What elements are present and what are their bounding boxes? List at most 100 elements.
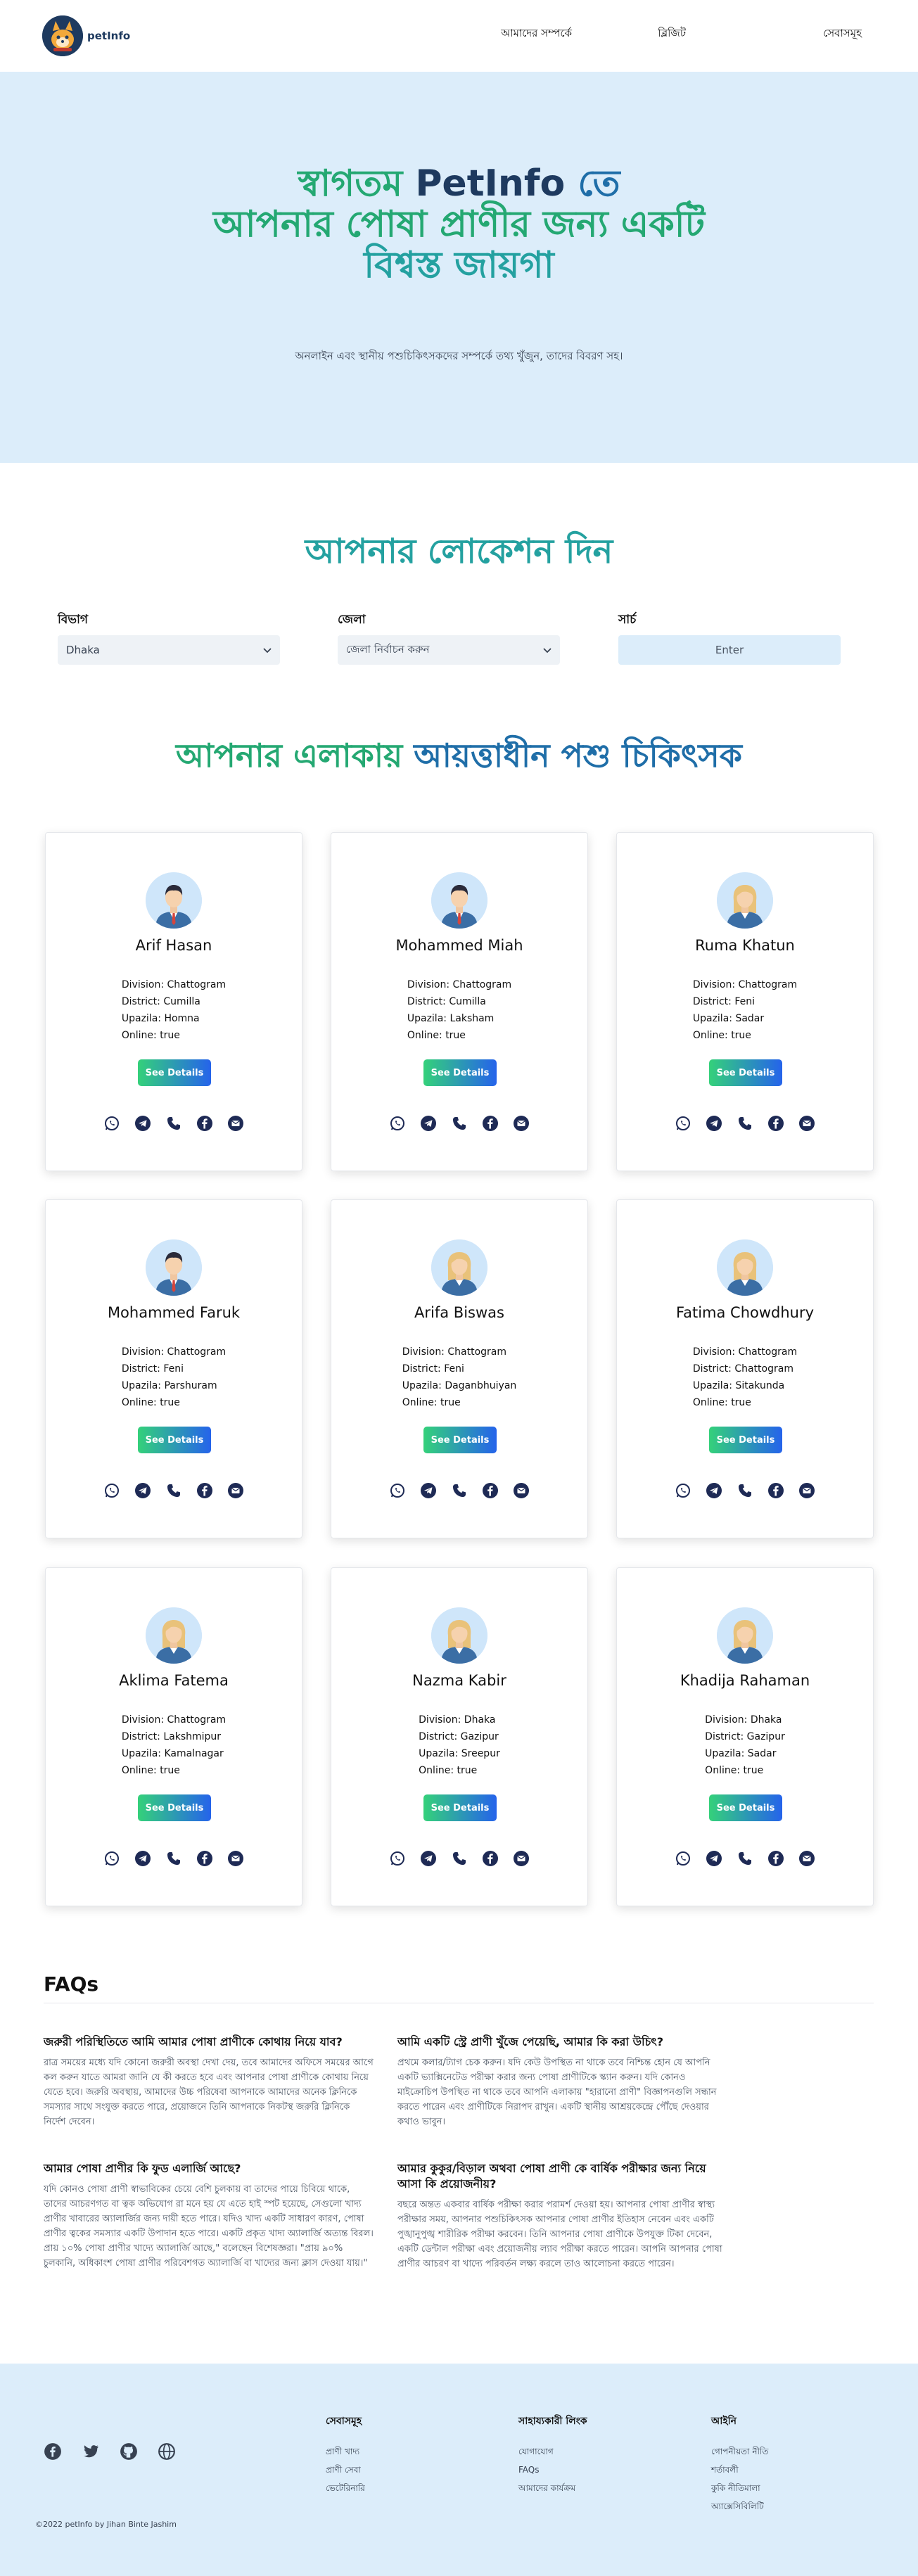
facebook-icon[interactable] (196, 1114, 214, 1133)
telegram-icon[interactable] (705, 1114, 723, 1133)
nav-blog[interactable]: ব্লিজিট (658, 25, 686, 43)
vet-district-label: District: (121, 1363, 160, 1375)
facebook-icon[interactable] (767, 1481, 785, 1500)
facebook-icon[interactable] (196, 1481, 214, 1500)
whatsapp-icon[interactable] (674, 1114, 692, 1133)
district-select[interactable]: জেলা নির্বাচন করুন (338, 635, 560, 665)
hero-title: স্বাগতম PetInfo তে আপনার পোষা প্রাণীর জন… (0, 163, 918, 286)
division-select[interactable]: Dhaka (58, 635, 280, 665)
mail-icon[interactable] (798, 1849, 816, 1868)
nav-about[interactable]: আমাদের সম্পর্কে (501, 25, 572, 43)
see-details-button[interactable]: See Details (709, 1794, 782, 1821)
facebook-icon[interactable] (44, 2442, 62, 2463)
footer-link[interactable]: অ্যাক্সেসিবিলিটি (711, 2497, 768, 2516)
mail-icon[interactable] (227, 1114, 245, 1133)
footer-link[interactable]: ভেটেরিনারি (326, 2479, 365, 2497)
nav-services[interactable]: সেবাসমূহ (823, 25, 862, 43)
mail-icon[interactable] (227, 1849, 245, 1868)
hero-section: স্বাগতম PetInfo তে আপনার পোষা প্রাণীর জন… (0, 72, 918, 463)
facebook-icon[interactable] (481, 1481, 499, 1500)
footer-link[interactable]: প্রাণী সেবা (326, 2461, 365, 2479)
phone-icon[interactable] (450, 1849, 468, 1868)
footer-link[interactable]: আমাদের কার্যক্রম (518, 2479, 587, 2497)
phone-icon[interactable] (736, 1481, 754, 1500)
whatsapp-icon[interactable] (674, 1849, 692, 1868)
hero-welcome: স্বাগতম (298, 162, 403, 205)
facebook-icon[interactable] (481, 1114, 499, 1133)
vet-upazila-value: Sitakunda (735, 1380, 785, 1391)
footer-link[interactable]: FAQs (518, 2461, 587, 2479)
whatsapp-icon[interactable] (388, 1849, 407, 1868)
whatsapp-icon[interactable] (674, 1481, 692, 1500)
facebook-icon[interactable] (767, 1849, 785, 1868)
footer-link[interactable]: গোপনীয়তা নীতি (711, 2442, 768, 2461)
telegram-icon[interactable] (705, 1481, 723, 1500)
vet-division-label: Division: (121, 1346, 165, 1358)
github-icon[interactable] (120, 2442, 138, 2463)
whatsapp-icon[interactable] (103, 1114, 121, 1133)
see-details-button[interactable]: See Details (138, 1059, 211, 1086)
telegram-icon[interactable] (705, 1849, 723, 1868)
vet-online: Online: true (693, 1027, 797, 1044)
mail-icon[interactable] (227, 1481, 245, 1500)
vet-district-label: District: (402, 1363, 441, 1375)
mail-icon[interactable] (798, 1114, 816, 1133)
vet-card: Arifa Biswas Division: Chattogram District… (331, 1199, 588, 1538)
mail-icon[interactable] (798, 1481, 816, 1500)
faq-item: জরুরী পরিস্থিতিতে আমি আমার পোষা প্রাণীকে… (44, 2034, 374, 2129)
vet-division-value: Dhaka (464, 1714, 496, 1726)
vet-name: Arif Hasan (135, 937, 212, 954)
faq-question: জরুরী পরিস্থিতিতে আমি আমার পোষা প্রাণীকে… (44, 2035, 343, 2048)
whatsapp-icon[interactable] (103, 1481, 121, 1500)
telegram-icon[interactable] (134, 1849, 152, 1868)
vet-info: Division: Chattogram District: Cumilla Upa… (46, 976, 302, 1044)
footer-link[interactable]: কুকি নীতিমালা (711, 2479, 768, 2497)
avatar (431, 872, 487, 929)
whatsapp-icon[interactable] (388, 1114, 407, 1133)
facebook-icon[interactable] (767, 1114, 785, 1133)
whatsapp-icon[interactable] (388, 1481, 407, 1500)
see-details-button[interactable]: See Details (423, 1059, 497, 1086)
see-details-button[interactable]: See Details (423, 1427, 497, 1453)
enter-button[interactable]: Enter (618, 635, 841, 665)
telegram-icon[interactable] (419, 1481, 438, 1500)
phone-icon[interactable] (165, 1849, 183, 1868)
avatar (717, 1607, 773, 1664)
mail-icon[interactable] (512, 1114, 530, 1133)
vet-district-value: Gazipur (746, 1731, 785, 1742)
twitter-icon[interactable] (82, 2442, 100, 2463)
division-label: বিভাগ (58, 613, 89, 627)
see-details-button[interactable]: See Details (423, 1794, 497, 1821)
vet-contact-icons (331, 1114, 587, 1133)
mail-icon[interactable] (512, 1849, 530, 1868)
vet-district: District: Lakshmipur (122, 1728, 226, 1745)
footer-link[interactable]: প্রাণী খাদ্য (326, 2442, 365, 2461)
facebook-icon[interactable] (196, 1849, 214, 1868)
vet-online-label: Online: (121, 1765, 157, 1776)
see-details-button[interactable]: See Details (709, 1059, 782, 1086)
footer-link[interactable]: যোগাযোগ (518, 2442, 587, 2461)
mail-icon[interactable] (512, 1481, 530, 1500)
globe-icon[interactable] (158, 2442, 176, 2463)
telegram-icon[interactable] (419, 1114, 438, 1133)
footer-link[interactable]: শর্তাবলী (711, 2461, 768, 2479)
vet-upazila-value: Daganbhuiyan (445, 1380, 517, 1391)
see-details-button[interactable]: See Details (138, 1427, 211, 1453)
telegram-icon[interactable] (134, 1114, 152, 1133)
see-details-button[interactable]: See Details (138, 1794, 211, 1821)
copyright: ©2022 petInfo by Jihan Binte Jashim (35, 2520, 177, 2529)
telegram-icon[interactable] (419, 1849, 438, 1868)
phone-icon[interactable] (450, 1114, 468, 1133)
vet-info: Division: Chattogram District: Feni Upazil… (46, 1344, 302, 1411)
logo[interactable]: petInfo (42, 15, 130, 56)
phone-icon[interactable] (736, 1114, 754, 1133)
phone-icon[interactable] (450, 1481, 468, 1500)
see-details-button[interactable]: See Details (709, 1427, 782, 1453)
phone-icon[interactable] (736, 1849, 754, 1868)
phone-icon[interactable] (165, 1114, 183, 1133)
whatsapp-icon[interactable] (103, 1849, 121, 1868)
vet-card: Aklima Fatema Division: Chattogram Distric… (45, 1567, 302, 1906)
facebook-icon[interactable] (481, 1849, 499, 1868)
phone-icon[interactable] (165, 1481, 183, 1500)
telegram-icon[interactable] (134, 1481, 152, 1500)
